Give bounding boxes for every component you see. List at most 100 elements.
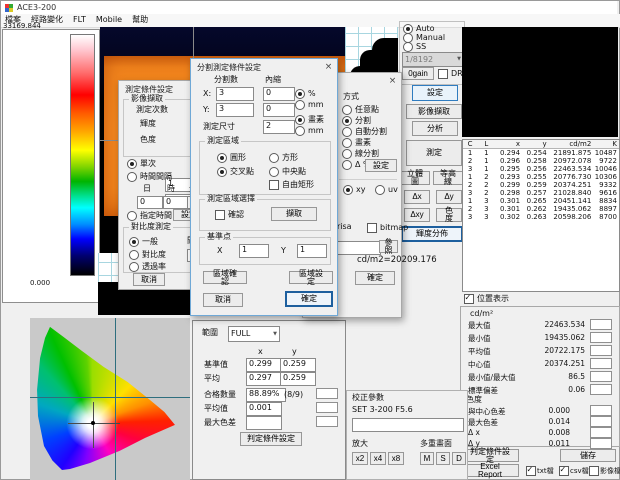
transmittance-radio[interactable]: 透過率 — [129, 262, 166, 272]
contrast-radio[interactable]: 對比度 — [129, 250, 166, 260]
browse-button[interactable]: 參照 — [379, 240, 398, 253]
avg-x-field[interactable]: 0.297 — [246, 372, 282, 386]
table-row[interactable]: 330.3020.26320598.2068700 — [463, 213, 619, 221]
set-time-radio[interactable]: 指定時間 — [127, 211, 172, 221]
col-x[interactable]: x — [495, 140, 522, 148]
col-l[interactable]: L — [479, 140, 495, 148]
table-row[interactable]: 310.2950.25622463.53410046 — [463, 165, 619, 173]
table-row[interactable]: 210.2960.25820972.0789722 — [463, 157, 619, 165]
gain-button[interactable]: 0gain — [402, 67, 434, 80]
image-file-checkbox[interactable]: 影像檔 — [589, 466, 620, 476]
set-button[interactable]: 設定 — [412, 85, 458, 101]
avg-y-field[interactable]: 0.259 — [280, 372, 316, 386]
area-circle-radio[interactable]: 圓形 — [217, 153, 246, 163]
judge-condition-button[interactable]: 判定條件設定 — [461, 449, 519, 462]
position-display-checkbox[interactable]: 位置表示 — [464, 294, 509, 304]
titlebar[interactable]: ACE3-200 — [1, 1, 617, 14]
shutter-select[interactable]: 1/8192▼ — [402, 52, 464, 67]
y-inset-field[interactable]: 0 — [263, 103, 295, 117]
x-div-field[interactable]: 3 — [216, 87, 254, 101]
method-set-button[interactable]: 設定 — [365, 159, 397, 172]
col-cdm2[interactable]: cd/m2 — [549, 140, 594, 148]
inset-mm-radio[interactable]: mm — [295, 100, 324, 110]
multi-m-button[interactable]: M — [420, 452, 434, 465]
table-row[interactable]: 320.2980.25721028.8409616 — [463, 189, 619, 197]
area-set-button[interactable]: 區域設定 — [289, 271, 333, 284]
method-option-pixel[interactable]: 畫素 — [342, 138, 371, 148]
table-row[interactable]: 120.2930.25520776.73010306 — [463, 173, 619, 181]
delta-y-button[interactable]: Δy — [436, 190, 462, 204]
table-row[interactable]: 110.2940.25421891.87510487 — [463, 149, 619, 157]
cancel-button[interactable]: 取消 — [133, 273, 165, 286]
method-option-autosplit[interactable]: 自動分割 — [342, 127, 387, 137]
size-mm-radio[interactable]: mm — [295, 126, 324, 136]
area-center-radio[interactable]: 中央點 — [269, 167, 306, 177]
menu-mobile[interactable]: Mobile — [96, 16, 122, 25]
ss-radio[interactable]: SS — [403, 42, 426, 52]
cie-horseshoe[interactable] — [30, 318, 190, 480]
xy-radio[interactable]: xy — [343, 185, 365, 195]
dr-checkbox[interactable]: DR — [438, 69, 463, 79]
table-row[interactable]: 220.2990.25920374.2519332 — [463, 181, 619, 189]
normal-radio[interactable]: 一般 — [129, 237, 158, 247]
day-field[interactable]: 0 — [137, 196, 163, 209]
col-k[interactable]: K — [593, 140, 619, 148]
luminance-dist-button[interactable]: 輝度分佈 — [401, 226, 463, 242]
bitmap-checkbox[interactable]: bitmap — [367, 223, 408, 233]
contour-button[interactable]: 等高線 — [433, 171, 463, 185]
judge-setting-button[interactable]: 判定條件設定 — [240, 432, 302, 446]
delta-x-button[interactable]: Δx — [404, 190, 430, 204]
calibration-field[interactable] — [352, 418, 464, 432]
csv-checkbox[interactable]: csv檔 — [559, 466, 589, 476]
multi-d-button[interactable]: D — [452, 452, 466, 465]
inset-percent-radio[interactable]: % — [295, 89, 316, 99]
camera-preview[interactable] — [462, 27, 618, 137]
close-icon[interactable]: × — [322, 61, 335, 73]
delta-xy-button[interactable]: Δxy — [404, 208, 430, 222]
area-square-radio[interactable]: 方形 — [269, 153, 298, 163]
save-button[interactable]: 儲存 — [560, 449, 616, 462]
method-option-split[interactable]: 分割 — [342, 116, 371, 126]
analyze-button[interactable]: 分析 — [412, 121, 458, 136]
size-pixel-radio[interactable]: 畫素 — [295, 115, 324, 125]
close-icon[interactable]: × — [386, 75, 399, 87]
y-div-field[interactable]: 3 — [216, 103, 254, 117]
measure-button[interactable]: 測定 — [406, 140, 462, 166]
single-shot-radio[interactable]: 單次 — [127, 159, 156, 169]
table-row[interactable]: 230.3010.26219435.0628897 — [463, 205, 619, 213]
excel-report-button[interactable]: Excel Report — [461, 464, 519, 477]
txt-checkbox[interactable]: txt檔 — [526, 466, 554, 476]
uv-radio[interactable]: uv — [375, 185, 398, 195]
menu-help[interactable]: 幫助 — [132, 16, 148, 25]
zoom-x8-button[interactable]: x8 — [388, 452, 404, 465]
method-option-any[interactable]: 任意點 — [342, 105, 379, 115]
col-y[interactable]: y — [522, 140, 549, 148]
size-field[interactable]: 2 — [263, 120, 295, 134]
solid-view-button[interactable]: 立體圖 — [400, 171, 430, 185]
zoom-x4-button[interactable]: x4 — [370, 452, 386, 465]
interval-radio[interactable]: 時間間隔 — [127, 172, 172, 182]
capture-area-button[interactable]: 擷取 — [271, 207, 317, 221]
image-capture-button[interactable]: 影像擷取 — [406, 104, 462, 119]
multi-s-button[interactable]: S — [436, 452, 450, 465]
method-option-line[interactable]: 線分割 — [342, 149, 379, 159]
range-select[interactable]: FULL▼ — [228, 326, 280, 342]
cancel-button[interactable]: 取消 — [203, 293, 243, 307]
free-rect-checkbox[interactable]: 自由矩形 — [269, 180, 314, 190]
ok-button[interactable]: 確定 — [285, 291, 333, 307]
confirm-checkbox[interactable]: 確認 — [215, 210, 244, 220]
area-cross-radio[interactable]: 交叉點 — [217, 167, 254, 177]
chroma-view-button[interactable]: 色度 — [436, 208, 462, 222]
x-inset-field[interactable]: 0 — [263, 87, 295, 101]
base-y-field[interactable]: 1 — [297, 244, 327, 258]
table-row[interactable]: 130.3010.26520451.1418834 — [463, 197, 619, 205]
colorbar-gradient[interactable] — [70, 34, 95, 276]
ref-x-field[interactable]: 0.299 — [246, 358, 282, 372]
menu-flt[interactable]: FLT — [73, 16, 86, 25]
zoom-x2-button[interactable]: x2 — [352, 452, 368, 465]
base-x-field[interactable]: 1 — [239, 244, 269, 258]
method-ok-button[interactable]: 確定 — [355, 271, 395, 285]
col-c[interactable]: C — [463, 140, 479, 148]
hour-field[interactable]: 0 — [163, 196, 189, 209]
ref-y-field[interactable]: 0.259 — [280, 358, 316, 372]
